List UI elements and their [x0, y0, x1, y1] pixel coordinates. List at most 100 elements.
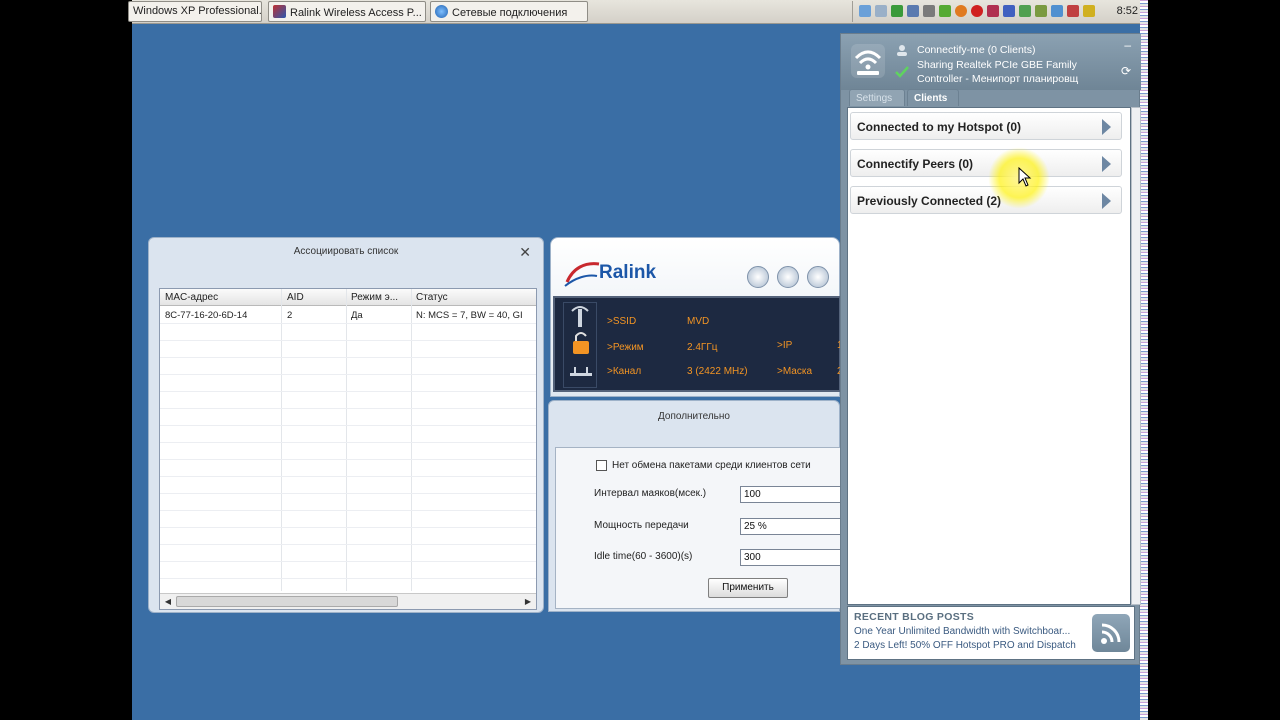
wps-button-icon[interactable]: [747, 266, 769, 288]
tab-clients[interactable]: Clients: [907, 89, 959, 106]
antenna-lock-icon: [570, 306, 592, 376]
wireless-button-icon[interactable]: [807, 266, 829, 288]
taskbar-button-label: Windows XP Professional...: [133, 5, 262, 17]
section-label: Previously Connected (2): [857, 194, 1002, 208]
client-isolation-checkbox[interactable]: [596, 460, 607, 471]
mouse-cursor-icon: [1018, 167, 1032, 187]
table-row: [160, 443, 536, 460]
app-icon[interactable]: [987, 5, 999, 17]
minimize-icon[interactable]: –: [1124, 38, 1131, 52]
blog-title: RECENT BLOG POSTS: [854, 611, 975, 623]
close-icon[interactable]: ✕: [519, 245, 531, 259]
app-icon[interactable]: [891, 5, 903, 17]
refresh-icon[interactable]: ⟳: [1121, 64, 1131, 78]
tab-settings[interactable]: Settings: [849, 89, 905, 106]
blog-link[interactable]: One Year Unlimited Bandwidth with Switch…: [854, 626, 1070, 637]
table-row: [160, 511, 536, 528]
idle-time-input[interactable]: 300: [740, 549, 846, 566]
mode-value: 2.4ГГц: [687, 342, 718, 353]
column-header-status[interactable]: Статус: [416, 292, 448, 303]
app-icon[interactable]: [1067, 5, 1079, 17]
tx-power-select[interactable]: 25 %: [740, 518, 846, 535]
app-icon[interactable]: [1035, 5, 1047, 17]
advanced-window: Дополнительно Нет обмена пакетами среди …: [548, 400, 846, 612]
expand-arrow-icon[interactable]: [1102, 193, 1111, 209]
column-header-aid[interactable]: AID: [287, 292, 304, 303]
ssid-label: >SSID: [607, 316, 637, 327]
apply-button[interactable]: Применить: [708, 578, 788, 598]
taskbar-button-vm[interactable]: Windows XP Professional...: [128, 1, 262, 22]
scrollbar-thumb[interactable]: [176, 596, 398, 607]
cell-mac: 8C-77-16-20-6D-14: [165, 310, 248, 321]
channel-value: 3 (2422 MHz): [687, 366, 748, 377]
app-icon[interactable]: [1051, 5, 1063, 17]
rss-button[interactable]: [1092, 614, 1130, 652]
table-row[interactable]: 8C-77-16-20-6D-14 2 Да N: MCS = 7, BW = …: [160, 307, 536, 324]
blog-link[interactable]: 2 Days Left! 50% OFF Hotspot PRO and Dis…: [854, 640, 1076, 651]
table-row: [160, 460, 536, 477]
table-row: [160, 477, 536, 494]
connectify-header: Connectify-me (0 Clients) Sharing Realte…: [841, 34, 1141, 90]
window-title: Дополнительно: [658, 411, 730, 422]
horizontal-scrollbar[interactable]: ◀ ▶: [160, 593, 536, 609]
cell-status: N: MCS = 7, BW = 40, GI: [416, 310, 523, 321]
ralink-window: Ralink >SSID MVD >Режим 2.4ГГц >IP 1 >Ка…: [550, 237, 843, 397]
table-row: [160, 324, 536, 341]
client-isolation-label: Нет обмена пакетами среди клиентов сети: [612, 460, 811, 471]
scroll-right-icon[interactable]: ▶: [522, 596, 534, 607]
app-icon[interactable]: [1019, 5, 1031, 17]
cell-aid: 2: [287, 310, 293, 321]
table-row: [160, 494, 536, 511]
section-connectify-peers[interactable]: Connectify Peers (0): [850, 149, 1122, 177]
taskbar-button-ralink[interactable]: Ralink Wireless Access P...: [268, 1, 426, 22]
table-row: [160, 341, 536, 358]
taskbar-button-network[interactable]: Сетевые подключения: [430, 1, 588, 22]
section-label: Connectify Peers (0): [857, 157, 974, 171]
app-icon[interactable]: [939, 5, 951, 17]
wifi-icon[interactable]: [859, 5, 871, 17]
system-tray: 8:52: [852, 1, 1140, 22]
app-icon[interactable]: [955, 5, 967, 17]
app-icon[interactable]: [1003, 5, 1015, 17]
column-header-mac[interactable]: MAC-адрес: [165, 292, 218, 303]
ralink-logo: Ralink: [563, 256, 683, 290]
scroll-left-icon[interactable]: ◀: [162, 596, 174, 607]
app-icon[interactable]: [971, 5, 983, 17]
network-icon[interactable]: [875, 5, 887, 17]
column-header-power-mode[interactable]: Режим э...: [351, 292, 398, 303]
window-title: Ассоциировать список: [293, 246, 399, 257]
table-row: [160, 562, 536, 579]
section-connected-to-hotspot[interactable]: Connected to my Hotspot (0): [850, 112, 1122, 140]
table-row: [160, 545, 536, 562]
expand-arrow-icon[interactable]: [1102, 119, 1111, 135]
user-icon: [897, 45, 907, 56]
table-row: [160, 392, 536, 409]
idle-time-label: Idle time(60 - 3600)(s): [594, 551, 693, 562]
app-icon[interactable]: [923, 5, 935, 17]
clock: 8:52: [1116, 5, 1138, 17]
table-header: MAC-адрес AID Режим э... Статус: [160, 289, 536, 306]
client-table: MAC-адрес AID Режим э... Статус 8C-77-16…: [159, 288, 537, 610]
section-label: Connected to my Hotspot (0): [857, 120, 1021, 134]
beacon-interval-label: Интервал маяков(мсек.): [594, 488, 707, 499]
blog-posts-panel: RECENT BLOG POSTS One Year Unlimited Ban…: [847, 606, 1135, 660]
volume-icon[interactable]: [1083, 5, 1095, 17]
ralink-logo-text: Ralink: [599, 262, 657, 283]
status-icons: [563, 302, 597, 388]
beacon-interval-input[interactable]: 100: [740, 486, 846, 503]
expand-arrow-icon[interactable]: [1102, 156, 1111, 172]
connectify-logo: [851, 44, 885, 78]
table-row: [160, 375, 536, 392]
vertical-scrollbar[interactable]: [1131, 107, 1141, 605]
status-panel: >SSID MVD >Режим 2.4ГГц >IP 1 >Канал 3 (…: [553, 296, 843, 392]
app-icon[interactable]: [907, 5, 919, 17]
tx-power-label: Мощность передачи: [594, 520, 689, 531]
checkmark-icon: [895, 66, 909, 78]
table-row: [160, 409, 536, 426]
mode-label: >Режим: [607, 342, 644, 353]
mask-label: >Маска: [777, 366, 813, 377]
section-previously-connected[interactable]: Previously Connected (2): [850, 186, 1122, 214]
hotspot-status: Connectify-me (0 Clients): [917, 44, 1036, 56]
settings-button-icon[interactable]: [777, 266, 799, 288]
table-row: [160, 528, 536, 545]
